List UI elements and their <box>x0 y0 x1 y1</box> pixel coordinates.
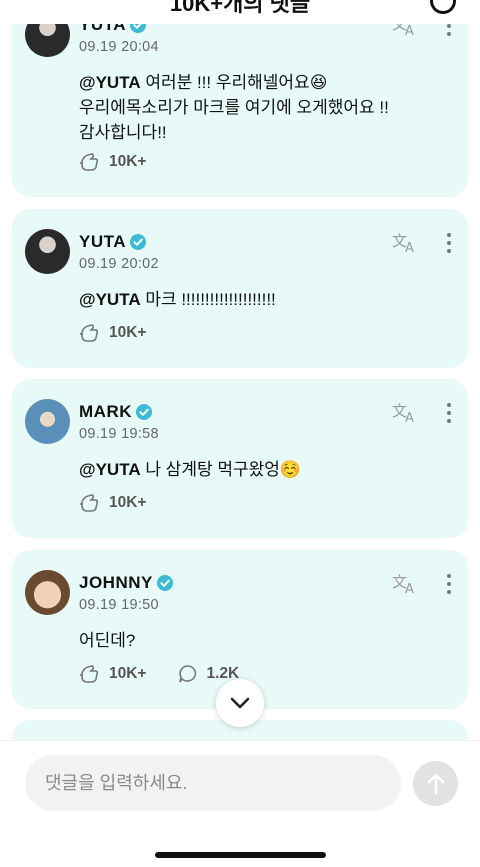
avatar[interactable] <box>25 399 70 444</box>
like-hand-icon[interactable] <box>79 664 101 684</box>
like-hand-icon[interactable] <box>79 323 101 343</box>
translate-icon[interactable]: 文A <box>392 401 418 423</box>
svg-text:A: A <box>405 411 414 423</box>
more-vertical-icon[interactable] <box>446 233 452 255</box>
like-count: 10K+ <box>109 665 147 682</box>
verified-badge-icon <box>130 234 147 250</box>
home-indicator <box>155 852 326 858</box>
comment-stats: 10K+ <box>79 323 147 343</box>
send-button[interactable] <box>413 761 458 806</box>
comment-text: @YUTA 여러분 !!! 우리해넬어요😆 우리에목소리가 마크를 여기에 오게… <box>79 73 389 142</box>
comment-time: 09.19 19:50 <box>79 597 159 613</box>
comment-text: @YUTA 마크 !!!!!!!!!!!!!!!!!!!! <box>79 290 276 309</box>
verified-badge-icon <box>136 404 152 420</box>
more-vertical-icon[interactable] <box>446 403 452 425</box>
translate-icon[interactable]: 文A <box>392 231 418 253</box>
comment-card: MARK 09.19 19:58 文A @YUTA 나 삼계탕 먹구왔엉☺️ 1… <box>12 379 468 538</box>
chevron-down-icon <box>230 697 250 709</box>
comment-stats: 10K+ <box>79 152 147 172</box>
like-hand-icon[interactable] <box>79 493 101 513</box>
more-vertical-icon[interactable] <box>446 574 452 596</box>
arrow-up-icon <box>427 773 444 794</box>
comment-text: @YUTA 나 삼계탕 먹구왔엉☺️ <box>79 460 302 479</box>
comment-card: YUTA 09.19 20:02 文A @YUTA 마크 !!!!!!!!!!!… <box>12 209 468 368</box>
mention[interactable]: @YUTA <box>79 73 141 92</box>
comment-text: 어딘데? <box>79 631 136 650</box>
scroll-down-button[interactable] <box>216 679 264 727</box>
like-count: 10K+ <box>109 494 147 511</box>
page-title: 10K+개의 댓글 <box>169 0 311 16</box>
comment-time: 09.19 20:04 <box>79 39 159 55</box>
header: 10K+개의 댓글 <box>0 0 480 24</box>
svg-text:A: A <box>405 24 414 36</box>
comment-card: YUTA 09.19 20:04 文A @YUTA 여러분 !!! 우리해넬어요… <box>12 0 468 197</box>
like-count: 10K+ <box>109 324 147 341</box>
comment-stats: 10K+ 1.2K <box>79 664 239 684</box>
comment-composer <box>0 740 480 867</box>
svg-text:A: A <box>405 582 414 594</box>
translate-icon[interactable]: 文A <box>392 572 418 594</box>
comment-time: 09.19 20:02 <box>79 256 159 272</box>
comment-feed[interactable]: YUTA 09.19 20:04 文A @YUTA 여러분 !!! 우리해넬어요… <box>0 0 480 740</box>
like-count: 10K+ <box>109 153 147 170</box>
comment-stats: 10K+ <box>79 493 147 513</box>
author-name[interactable]: MARK <box>79 402 132 422</box>
svg-text:A: A <box>405 241 414 253</box>
avatar[interactable] <box>25 570 70 615</box>
reply-bubble-icon[interactable] <box>177 664 199 684</box>
like-hand-icon[interactable] <box>79 152 101 172</box>
mention[interactable]: @YUTA <box>79 460 141 479</box>
comment-time: 09.19 19:58 <box>79 426 159 442</box>
avatar[interactable] <box>25 229 70 274</box>
mention[interactable]: @YUTA <box>79 290 141 309</box>
comment-input[interactable] <box>25 755 401 811</box>
verified-badge-icon <box>156 575 173 591</box>
author-name[interactable]: YUTA <box>79 232 126 252</box>
author-name[interactable]: JOHNNY <box>79 573 153 593</box>
